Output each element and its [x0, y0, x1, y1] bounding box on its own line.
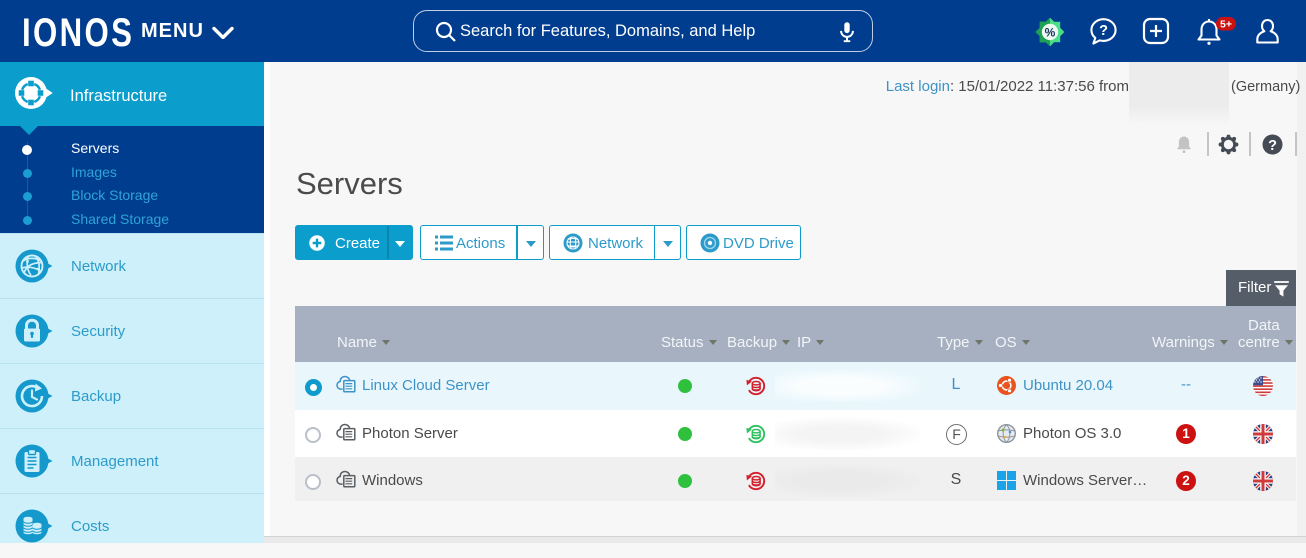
svg-text:?: ?	[1099, 23, 1108, 39]
svg-text:5+: 5+	[1220, 18, 1232, 30]
svg-text:?: ?	[1268, 138, 1277, 154]
svg-text:%: %	[1045, 26, 1056, 40]
